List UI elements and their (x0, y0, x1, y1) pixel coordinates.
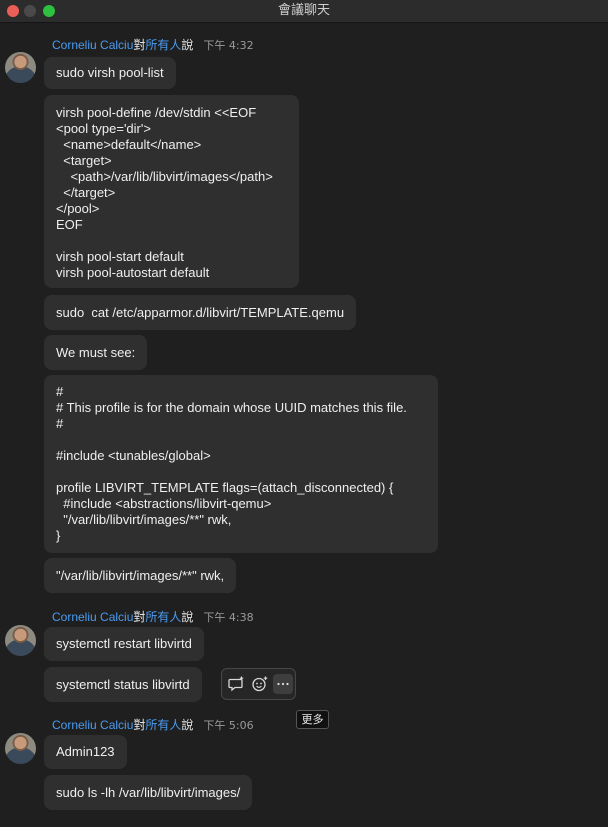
chat-message[interactable]: systemctl status libvirtd (44, 667, 202, 702)
chat-message[interactable]: systemctl restart libvirtd (44, 627, 204, 661)
sender-name[interactable]: Corneliu Calciu (52, 718, 133, 732)
chat-message[interactable]: Admin123 (44, 735, 127, 769)
chat-message[interactable]: sudo cat /etc/apparmor.d/libvirt/TEMPLAT… (44, 295, 357, 330)
chat-message[interactable]: virsh pool-define /dev/stdin <<EOF <pool… (44, 95, 299, 288)
more-options-icon[interactable] (273, 674, 293, 694)
chat-message[interactable]: # # This profile is for the domain whose… (44, 375, 438, 553)
message-time: 下午 4:32 (203, 39, 254, 52)
chat-message[interactable]: We must see: (44, 335, 148, 370)
says-word: 說 (181, 38, 194, 52)
chat-message[interactable]: sudo ls -lh /var/lib/libvirt/images/ (44, 775, 253, 810)
says-word: 說 (181, 610, 194, 624)
avatar[interactable] (5, 733, 36, 764)
more-tooltip: 更多 (296, 710, 329, 729)
chat-message[interactable]: "/var/lib/libvirt/images/**" rwk, (44, 558, 237, 593)
recipient-name[interactable]: 所有人 (145, 610, 181, 624)
message-header: Corneliu Calciu對所有人說 下午 5:06 (52, 717, 254, 734)
to-word: 對 (133, 718, 146, 732)
says-word: 說 (181, 718, 194, 732)
avatar[interactable] (5, 52, 36, 83)
message-time: 下午 4:38 (203, 611, 254, 624)
sender-name[interactable]: Corneliu Calciu (52, 610, 133, 624)
add-reaction-icon[interactable] (250, 674, 270, 694)
recipient-name[interactable]: 所有人 (145, 718, 181, 732)
message-header: Corneliu Calciu對所有人說 下午 4:38 (52, 609, 254, 626)
chat-message[interactable]: sudo virsh pool-list (44, 57, 176, 89)
message-time: 下午 5:06 (203, 719, 254, 732)
sender-name[interactable]: Corneliu Calciu (52, 38, 133, 52)
message-actions-toolbar (221, 668, 296, 700)
recipient-name[interactable]: 所有人 (145, 38, 181, 52)
avatar[interactable] (5, 625, 36, 656)
message-header: Corneliu Calciu對所有人說 下午 4:32 (52, 37, 254, 54)
window-title: 會議聊天 (277, 3, 330, 18)
reply-thread-icon[interactable] (227, 674, 247, 694)
window-titlebar: 會議聊天 (0, 0, 608, 23)
to-word: 對 (133, 610, 146, 624)
to-word: 對 (133, 38, 146, 52)
